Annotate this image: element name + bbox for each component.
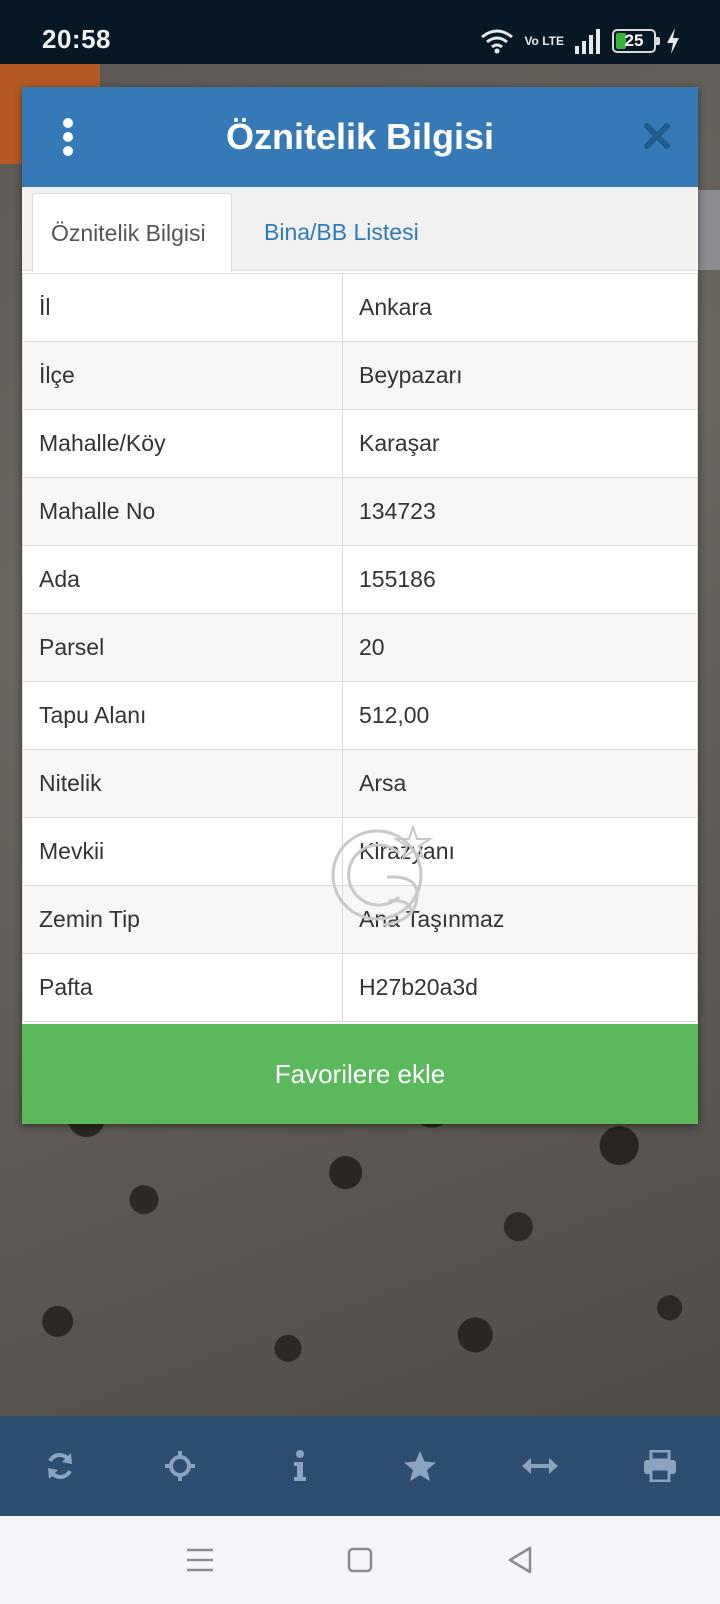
tab-bar: Öznitelik Bilgisi Bina/BB Listesi xyxy=(22,187,698,272)
table-row: Parsel 20 xyxy=(22,613,698,682)
table-row: Mahalle/Köy Karaşar xyxy=(22,409,698,478)
bottom-toolbar xyxy=(0,1416,720,1516)
attribute-key: İl xyxy=(22,273,343,342)
attribute-value: 512,00 xyxy=(342,681,698,750)
measure-button[interactable] xyxy=(480,1416,600,1516)
status-time: 20:58 xyxy=(42,24,111,54)
table-row: İl Ankara xyxy=(22,273,698,342)
attribute-value: 20 xyxy=(342,613,698,682)
star-icon xyxy=(404,1451,436,1481)
attribute-key: Mahalle No xyxy=(22,477,343,546)
print-icon xyxy=(644,1450,676,1482)
attribute-value: Ana Taşınmaz xyxy=(342,885,698,954)
triangle-back-icon xyxy=(508,1546,532,1574)
table-row: Mevkii Kirazyanı xyxy=(22,817,698,886)
close-icon[interactable] xyxy=(640,119,674,153)
map-side-handle[interactable] xyxy=(698,190,720,270)
locate-button[interactable] xyxy=(120,1416,240,1516)
attribute-value: Ankara xyxy=(342,273,698,342)
back-button[interactable] xyxy=(500,1540,540,1580)
battery-level: 25 xyxy=(624,31,644,50)
attribute-key: Tapu Alanı xyxy=(22,681,343,750)
attribute-key: Parsel xyxy=(22,613,343,682)
attribute-value: 134723 xyxy=(342,477,698,546)
battery-tip xyxy=(656,37,660,45)
table-row: Zemin Tip Ana Taşınmaz xyxy=(22,885,698,954)
table-row: İlçe Beypazarı xyxy=(22,341,698,410)
attribute-key: İlçe xyxy=(22,341,343,410)
table-row: Nitelik Arsa xyxy=(22,749,698,818)
wifi-icon xyxy=(481,29,514,54)
tab-attribute-info[interactable]: Öznitelik Bilgisi xyxy=(32,193,232,272)
attribute-key: Nitelik xyxy=(22,749,343,818)
signal-icon xyxy=(575,29,600,54)
attribute-dialog: Öznitelik Bilgisi Öznitelik Bilgisi Bina… xyxy=(22,87,698,1124)
attribute-value: Kirazyanı xyxy=(342,817,698,886)
add-to-favorites-button[interactable]: Favorilere ekle xyxy=(22,1024,698,1124)
attribute-value: Beypazarı xyxy=(342,341,698,410)
info-icon xyxy=(294,1450,306,1481)
status-icons: Vo LTE 25 xyxy=(480,26,680,56)
attribute-key: Mahalle/Köy xyxy=(22,409,343,478)
crosshair-icon xyxy=(165,1451,195,1481)
recent-apps-button[interactable] xyxy=(180,1540,220,1580)
attribute-key: Mevkii xyxy=(22,817,343,886)
dialog-header: Öznitelik Bilgisi xyxy=(22,87,698,187)
attribute-value: Arsa xyxy=(342,749,698,818)
table-row: Pafta H27b20a3d xyxy=(22,953,698,1022)
attribute-table: İl Ankara İlçe Beypazarı Mahalle/Köy Karaşar M… xyxy=(22,273,698,1022)
table-row: Mahalle No 134723 xyxy=(22,477,698,546)
square-icon xyxy=(347,1547,373,1573)
volte-indicator: Vo LTE xyxy=(524,33,564,48)
menu-lines-icon xyxy=(187,1548,213,1572)
attribute-value: H27b20a3d xyxy=(342,953,698,1022)
attribute-value: 155186 xyxy=(342,545,698,614)
arrows-horizontal-icon xyxy=(522,1458,558,1474)
battery-indicator: 25 xyxy=(612,29,660,53)
system-nav-bar xyxy=(0,1516,720,1604)
table-row: Ada 155186 xyxy=(22,545,698,614)
attribute-key: Pafta xyxy=(22,953,343,1022)
home-button[interactable] xyxy=(340,1540,380,1580)
dialog-title: Öznitelik Bilgisi xyxy=(225,116,495,157)
refresh-button[interactable] xyxy=(0,1416,120,1516)
attribute-key: Zemin Tip xyxy=(22,885,343,954)
attribute-key: Ada xyxy=(22,545,343,614)
attribute-value: Karaşar xyxy=(342,409,698,478)
table-row: Tapu Alanı 512,00 xyxy=(22,681,698,750)
favorites-button[interactable] xyxy=(360,1416,480,1516)
tab-building-list[interactable]: Bina/BB Listesi xyxy=(246,193,437,272)
charging-icon xyxy=(667,28,679,54)
refresh-icon xyxy=(48,1453,72,1479)
info-button[interactable] xyxy=(240,1416,360,1516)
print-button[interactable] xyxy=(600,1416,720,1516)
